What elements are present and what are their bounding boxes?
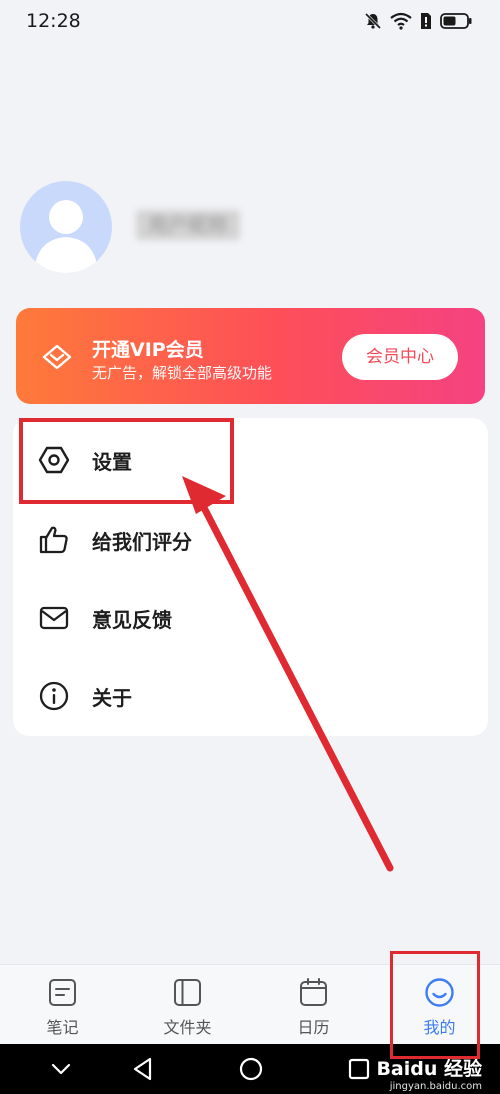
menu-item-rate-us[interactable]: 给我们评分: [13, 500, 488, 578]
menu-item-label: 给我们评分: [92, 530, 192, 554]
annotation-highlight-mine: [390, 951, 480, 1059]
tab-label: 日历: [297, 1018, 330, 1037]
home-icon[interactable]: [238, 1056, 264, 1082]
member-center-button[interactable]: 会员中心: [342, 334, 458, 380]
status-icons: [364, 12, 472, 30]
tab-notes[interactable]: 笔记: [0, 965, 125, 1045]
note-icon: [49, 979, 76, 1006]
menu-item-about[interactable]: 关于: [13, 656, 488, 734]
menu-item-label: 意见反馈: [92, 608, 172, 632]
sim-alert-icon: [421, 13, 431, 29]
calendar-icon: [300, 978, 327, 1006]
bell-muted-icon: [364, 12, 382, 30]
info-icon: [39, 681, 69, 711]
envelope-icon: [39, 606, 69, 630]
watermark: Baidu 经验 jingyan.baidu.com: [376, 1054, 482, 1092]
watermark-sub: jingyan.baidu.com: [389, 1081, 482, 1092]
tab-folder[interactable]: 文件夹: [125, 965, 250, 1045]
folder-icon: [174, 979, 201, 1006]
menu-item-label: 关于: [92, 686, 132, 710]
thumbs-up-icon: [39, 526, 68, 554]
wifi-icon: [390, 12, 412, 30]
vip-subtitle: 无广告，解锁全部高级功能: [92, 364, 273, 382]
recents-icon[interactable]: [346, 1056, 372, 1082]
status-time: 12:28: [26, 10, 81, 32]
tab-label: 笔记: [46, 1018, 79, 1037]
avatar[interactable]: [20, 181, 112, 273]
vip-banner[interactable]: 开通VIP会员 无广告，解锁全部高级功能 会员中心: [16, 308, 485, 404]
battery-icon: [440, 13, 472, 29]
tab-calendar[interactable]: 日历: [251, 965, 376, 1045]
back-icon[interactable]: [130, 1056, 156, 1082]
diamond-icon: [42, 344, 72, 370]
menu-item-feedback[interactable]: 意见反馈: [13, 578, 488, 656]
username[interactable]: 用户昵称: [136, 210, 240, 240]
annotation-highlight-settings: [19, 418, 234, 504]
tab-label: 文件夹: [163, 1018, 212, 1037]
vip-title: 开通VIP会员: [92, 339, 204, 361]
chevron-down-icon[interactable]: [48, 1056, 74, 1082]
default-avatar-icon: [34, 200, 98, 273]
